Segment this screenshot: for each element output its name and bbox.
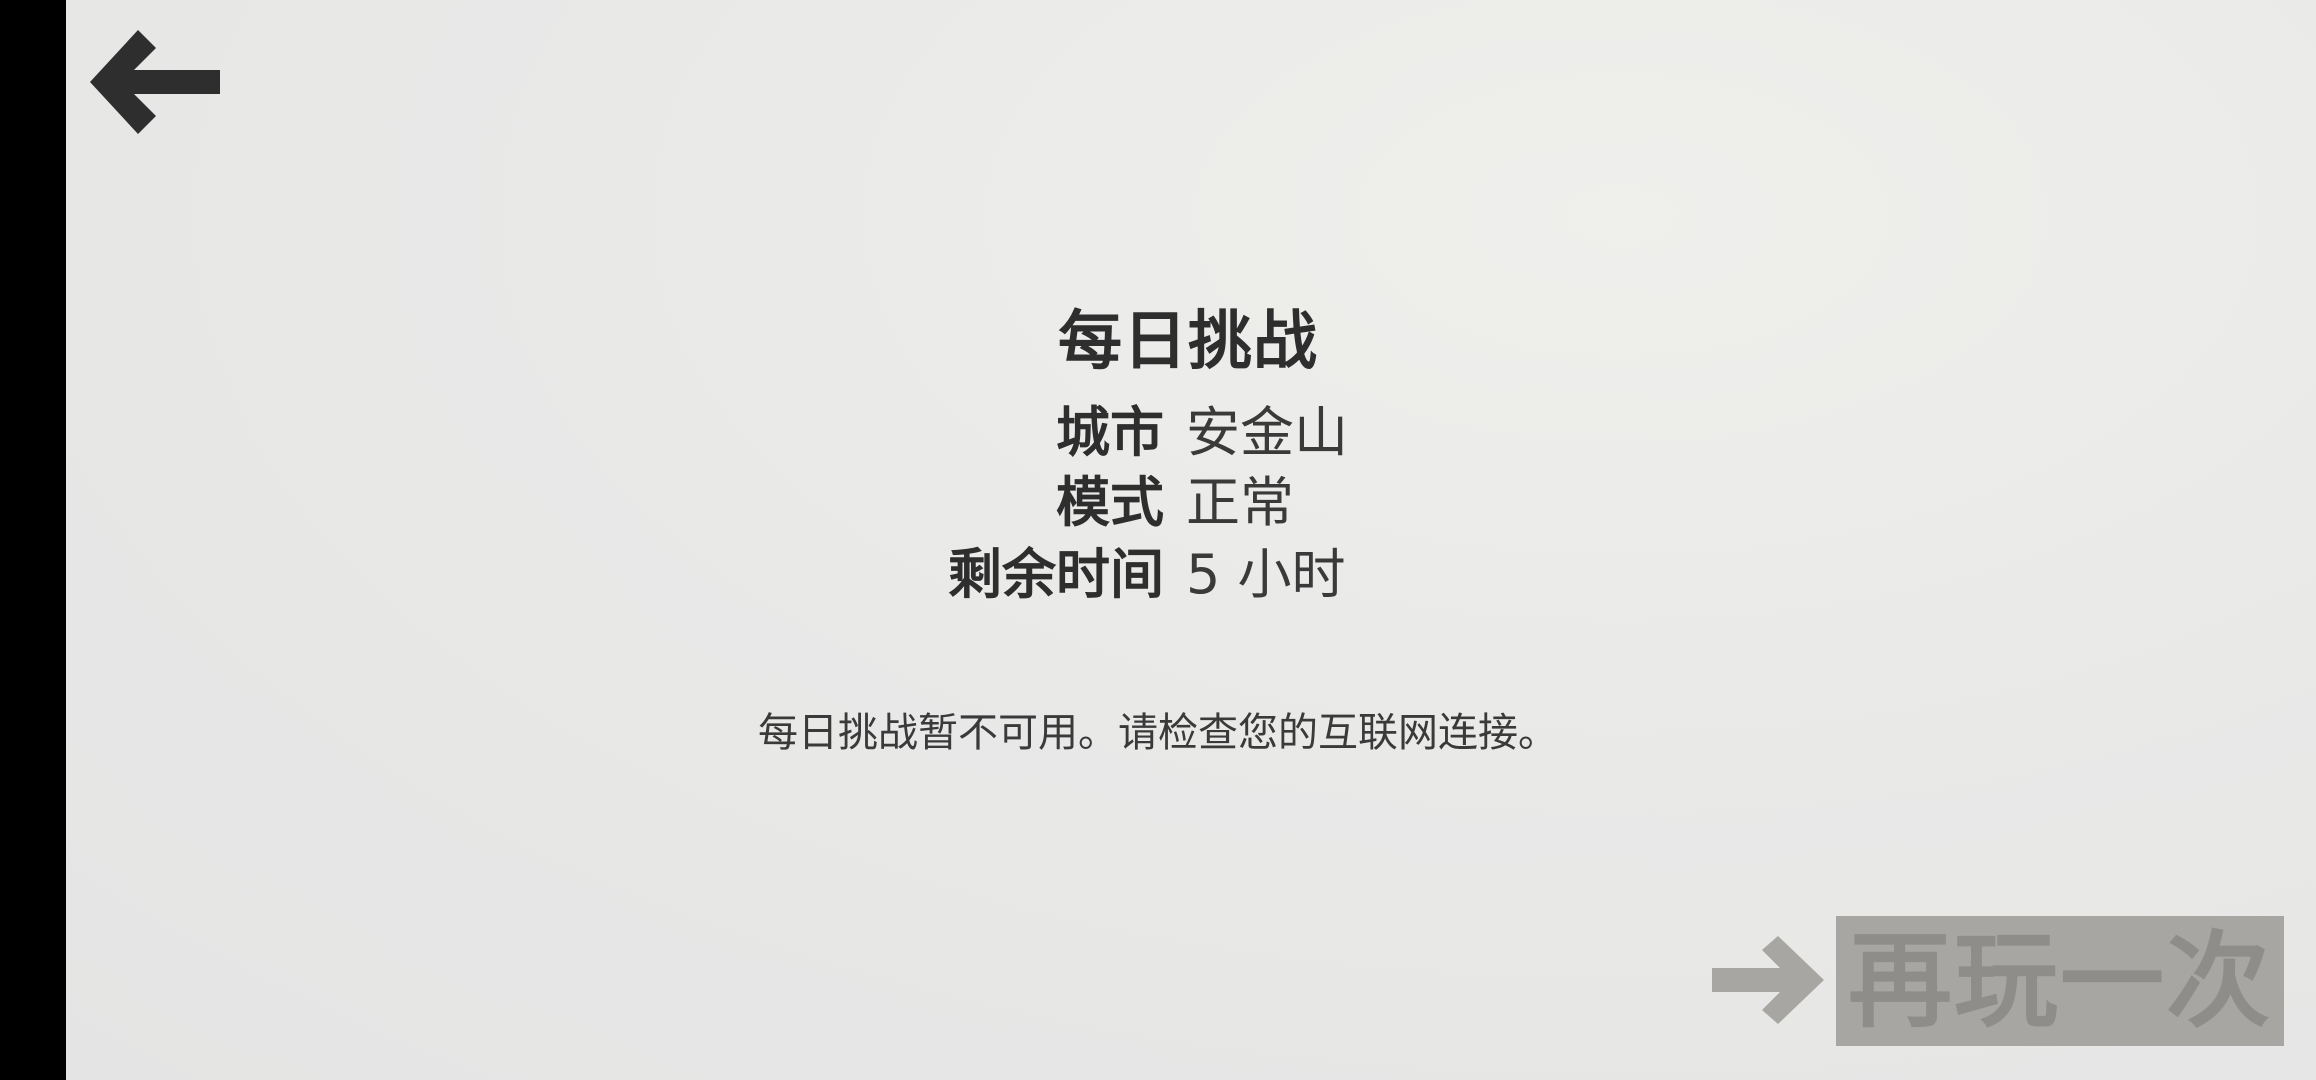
- city-row: 城市 安金山: [0, 388, 2316, 464]
- daily-challenge-screen: 每日挑战 城市 安金山 模式 正常 剩余时间 5 小时 每日挑战暂不可用。请检查…: [0, 0, 2316, 1080]
- time-remaining-label: 剩余时间: [948, 543, 1164, 606]
- arrow-right-icon: [1712, 936, 1824, 1024]
- back-button[interactable]: [90, 28, 220, 136]
- play-again-box[interactable]: 再玩一次: [1836, 916, 2284, 1046]
- challenge-info: 每日挑战 城市 安金山 模式 正常 剩余时间 5 小时: [0, 280, 2316, 620]
- mode-value: 正常: [1186, 471, 1294, 534]
- connection-error-message: 每日挑战暂不可用。请检查您的互联网连接。: [758, 710, 1558, 756]
- page-title: 每日挑战: [1058, 305, 1318, 379]
- arrow-left-icon: [90, 30, 220, 134]
- mode-row: 模式 正常: [0, 458, 2316, 534]
- play-again-button[interactable]: 再玩一次: [1712, 916, 2284, 1046]
- time-remaining-row: 剩余时间 5 小时: [0, 530, 2316, 606]
- city-label: 城市: [1056, 401, 1164, 464]
- time-remaining-value: 5 小时: [1186, 543, 1346, 606]
- play-again-label: 再玩一次: [1847, 920, 2272, 1042]
- city-value: 安金山: [1186, 401, 1348, 464]
- mode-label: 模式: [1056, 471, 1164, 534]
